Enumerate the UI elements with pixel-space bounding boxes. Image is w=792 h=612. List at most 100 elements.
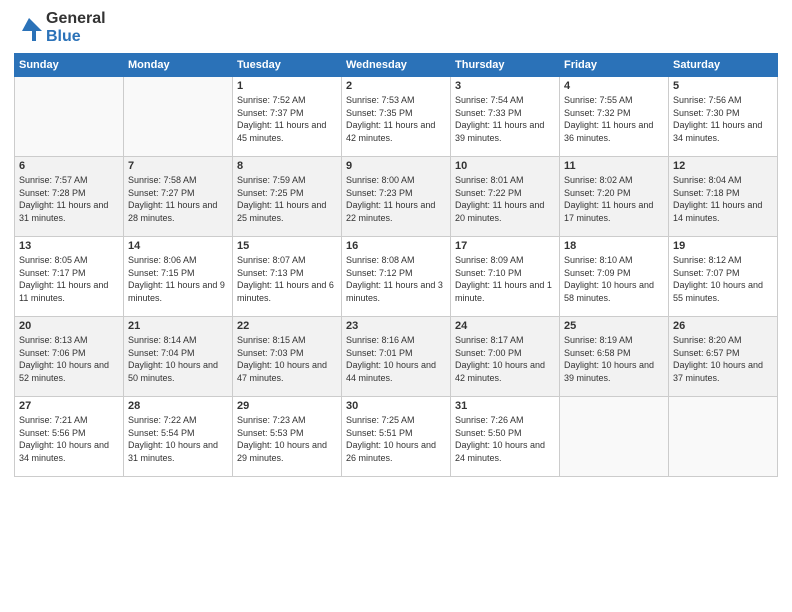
- day-info: Sunrise: 8:06 AM Sunset: 7:15 PM Dayligh…: [128, 254, 228, 304]
- logo: General Blue: [14, 10, 106, 45]
- day-cell: 26 Sunrise: 8:20 AM Sunset: 6:57 PM Dayli…: [669, 317, 778, 397]
- day-number: 31: [455, 400, 555, 412]
- day-number: 17: [455, 240, 555, 252]
- day-info: Sunrise: 8:09 AM Sunset: 7:10 PM Dayligh…: [455, 254, 555, 304]
- col-thursday: Thursday: [451, 54, 560, 77]
- day-info: Sunrise: 8:13 AM Sunset: 7:06 PM Dayligh…: [19, 334, 119, 384]
- day-info: Sunrise: 7:23 AM Sunset: 5:53 PM Dayligh…: [237, 414, 337, 464]
- day-info: Sunrise: 8:05 AM Sunset: 7:17 PM Dayligh…: [19, 254, 119, 304]
- day-info: Sunrise: 8:20 AM Sunset: 6:57 PM Dayligh…: [673, 334, 773, 384]
- week-row-4: 27Sunrise: 7:21 AM Sunset: 5:56 PM Dayli…: [15, 397, 778, 477]
- day-number: 13: [19, 240, 119, 252]
- day-cell: 3 Sunrise: 7:54 AM Sunset: 7:33 PM Daylig…: [451, 77, 560, 157]
- logo-blue: Blue: [46, 28, 81, 45]
- day-info: Sunrise: 8:16 AM Sunset: 7:01 PM Dayligh…: [346, 334, 446, 384]
- day-info: Sunrise: 8:17 AM Sunset: 7:00 PM Dayligh…: [455, 334, 555, 384]
- day-info: Sunrise: 8:01 AM Sunset: 7:22 PM Dayligh…: [455, 174, 555, 224]
- day-number: 10: [455, 160, 555, 172]
- day-number: 3: [455, 80, 555, 92]
- col-saturday: Saturday: [669, 54, 778, 77]
- day-info: Sunrise: 8:00 AM Sunset: 7:23 PM Dayligh…: [346, 174, 446, 224]
- logo-bird-icon: [14, 13, 44, 43]
- day-cell: 15 Sunrise: 8:07 AM Sunset: 7:13 PM Dayli…: [233, 237, 342, 317]
- day-cell: 2 Sunrise: 7:53 AM Sunset: 7:35 PM Daylig…: [342, 77, 451, 157]
- day-cell: 11Sunrise: 8:02 AM Sunset: 7:20 PM Dayli…: [560, 157, 669, 237]
- day-info: Sunrise: 7:25 AM Sunset: 5:51 PM Dayligh…: [346, 414, 446, 464]
- day-cell: 22Sunrise: 8:15 AM Sunset: 7:03 PM Dayli…: [233, 317, 342, 397]
- day-number: 25: [564, 320, 664, 332]
- day-number: 18: [564, 240, 664, 252]
- day-cell: 24 Sunrise: 8:17 AM Sunset: 7:00 PM Dayli…: [451, 317, 560, 397]
- day-info: Sunrise: 8:08 AM Sunset: 7:12 PM Dayligh…: [346, 254, 446, 304]
- logo-general: General: [46, 10, 106, 27]
- day-number: 26: [673, 320, 773, 332]
- day-info: Sunrise: 8:15 AM Sunset: 7:03 PM Dayligh…: [237, 334, 337, 384]
- day-number: 12: [673, 160, 773, 172]
- day-number: 24: [455, 320, 555, 332]
- day-info: Sunrise: 8:02 AM Sunset: 7:20 PM Dayligh…: [564, 174, 664, 224]
- week-row-1: 6 Sunrise: 7:57 AM Sunset: 7:28 PM Daylig…: [15, 157, 778, 237]
- col-sunday: Sunday: [15, 54, 124, 77]
- day-info: Sunrise: 7:53 AM Sunset: 7:35 PM Dayligh…: [346, 94, 446, 144]
- day-info: Sunrise: 8:14 AM Sunset: 7:04 PM Dayligh…: [128, 334, 228, 384]
- col-monday: Monday: [124, 54, 233, 77]
- week-row-3: 20 Sunrise: 8:13 AM Sunset: 7:06 PM Dayli…: [15, 317, 778, 397]
- day-number: 2: [346, 80, 446, 92]
- day-info: Sunrise: 7:52 AM Sunset: 7:37 PM Dayligh…: [237, 94, 337, 144]
- day-cell: 30 Sunrise: 7:25 AM Sunset: 5:51 PM Dayli…: [342, 397, 451, 477]
- day-cell: 10 Sunrise: 8:01 AM Sunset: 7:22 PM Dayli…: [451, 157, 560, 237]
- day-number: 16: [346, 240, 446, 252]
- day-cell: 20 Sunrise: 8:13 AM Sunset: 7:06 PM Dayli…: [15, 317, 124, 397]
- day-number: 30: [346, 400, 446, 412]
- day-cell: 16 Sunrise: 8:08 AM Sunset: 7:12 PM Dayli…: [342, 237, 451, 317]
- day-info: Sunrise: 7:55 AM Sunset: 7:32 PM Dayligh…: [564, 94, 664, 144]
- day-number: 14: [128, 240, 228, 252]
- day-info: Sunrise: 7:54 AM Sunset: 7:33 PM Dayligh…: [455, 94, 555, 144]
- header-row: Sunday Monday Tuesday Wednesday Thursday…: [15, 54, 778, 77]
- day-cell: 1Sunrise: 7:52 AM Sunset: 7:37 PM Daylig…: [233, 77, 342, 157]
- day-cell: 5Sunrise: 7:56 AM Sunset: 7:30 PM Daylig…: [669, 77, 778, 157]
- day-number: 20: [19, 320, 119, 332]
- day-info: Sunrise: 7:59 AM Sunset: 7:25 PM Dayligh…: [237, 174, 337, 224]
- week-row-0: 1Sunrise: 7:52 AM Sunset: 7:37 PM Daylig…: [15, 77, 778, 157]
- day-number: 4: [564, 80, 664, 92]
- day-number: 15: [237, 240, 337, 252]
- day-cell: 14 Sunrise: 8:06 AM Sunset: 7:15 PM Dayli…: [124, 237, 233, 317]
- day-cell: [560, 397, 669, 477]
- day-cell: 4 Sunrise: 7:55 AM Sunset: 7:32 PM Daylig…: [560, 77, 669, 157]
- day-cell: 6 Sunrise: 7:57 AM Sunset: 7:28 PM Daylig…: [15, 157, 124, 237]
- day-cell: 7 Sunrise: 7:58 AM Sunset: 7:27 PM Daylig…: [124, 157, 233, 237]
- col-wednesday: Wednesday: [342, 54, 451, 77]
- day-info: Sunrise: 8:07 AM Sunset: 7:13 PM Dayligh…: [237, 254, 337, 304]
- day-info: Sunrise: 7:58 AM Sunset: 7:27 PM Dayligh…: [128, 174, 228, 224]
- day-info: Sunrise: 8:12 AM Sunset: 7:07 PM Dayligh…: [673, 254, 773, 304]
- day-info: Sunrise: 7:22 AM Sunset: 5:54 PM Dayligh…: [128, 414, 228, 464]
- day-cell: 21 Sunrise: 8:14 AM Sunset: 7:04 PM Dayli…: [124, 317, 233, 397]
- day-cell: [15, 77, 124, 157]
- logo-text: General Blue: [14, 10, 106, 45]
- day-cell: 25 Sunrise: 8:19 AM Sunset: 6:58 PM Dayli…: [560, 317, 669, 397]
- day-info: Sunrise: 8:04 AM Sunset: 7:18 PM Dayligh…: [673, 174, 773, 224]
- day-number: 6: [19, 160, 119, 172]
- day-number: 19: [673, 240, 773, 252]
- page-container: General Blue Sunday Monday Tuesday Wedne…: [0, 0, 792, 487]
- day-info: Sunrise: 8:19 AM Sunset: 6:58 PM Dayligh…: [564, 334, 664, 384]
- day-cell: 19 Sunrise: 8:12 AM Sunset: 7:07 PM Dayli…: [669, 237, 778, 317]
- day-info: Sunrise: 7:56 AM Sunset: 7:30 PM Dayligh…: [673, 94, 773, 144]
- day-info: Sunrise: 8:10 AM Sunset: 7:09 PM Dayligh…: [564, 254, 664, 304]
- day-number: 8: [237, 160, 337, 172]
- day-cell: 28 Sunrise: 7:22 AM Sunset: 5:54 PM Dayli…: [124, 397, 233, 477]
- day-number: 21: [128, 320, 228, 332]
- col-friday: Friday: [560, 54, 669, 77]
- day-cell: [669, 397, 778, 477]
- day-cell: 23Sunrise: 8:16 AM Sunset: 7:01 PM Dayli…: [342, 317, 451, 397]
- calendar-table: Sunday Monday Tuesday Wednesday Thursday…: [14, 53, 778, 477]
- day-number: 28: [128, 400, 228, 412]
- day-cell: [124, 77, 233, 157]
- day-cell: 31Sunrise: 7:26 AM Sunset: 5:50 PM Dayli…: [451, 397, 560, 477]
- day-number: 9: [346, 160, 446, 172]
- day-cell: 12 Sunrise: 8:04 AM Sunset: 7:18 PM Dayli…: [669, 157, 778, 237]
- day-number: 7: [128, 160, 228, 172]
- day-info: Sunrise: 7:57 AM Sunset: 7:28 PM Dayligh…: [19, 174, 119, 224]
- col-tuesday: Tuesday: [233, 54, 342, 77]
